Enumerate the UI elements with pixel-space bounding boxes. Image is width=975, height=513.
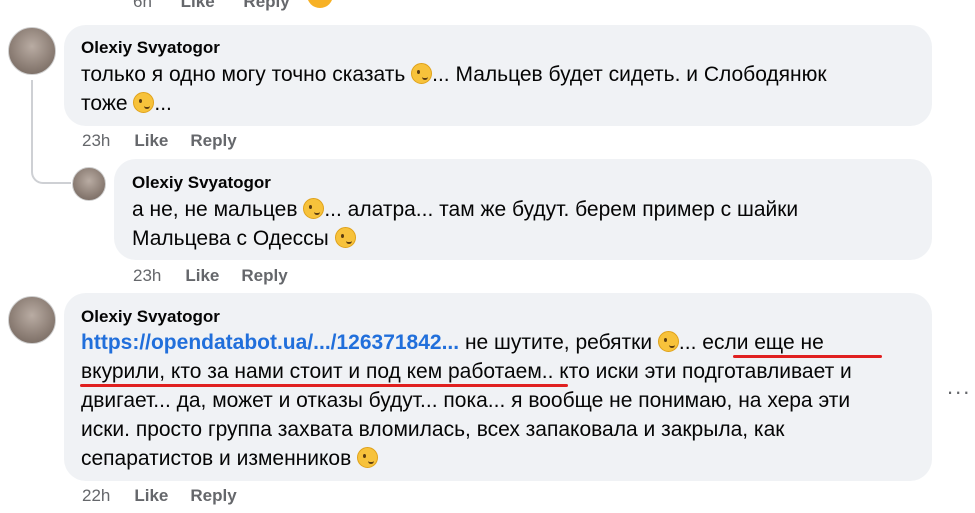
comment-time[interactable]: 23h [82,131,110,150]
like-button[interactable]: Like [185,266,219,285]
comment-link[interactable]: https://opendatabot.ua/.../126371842... [81,331,459,354]
winking-face-icon [411,63,433,84]
reply-button[interactable]: Reply [243,0,289,11]
comment-text-segment: только я одно могу точно сказать [81,63,412,86]
comment-time: 6h [133,0,152,11]
avatar[interactable] [8,296,56,344]
comment-text-segment: вкурили, кто за нами стоит и под кем раб… [81,360,852,383]
comment-line: тоже ... [81,89,827,118]
comment-line: https://opendatabot.ua/.../126371842... … [81,328,852,357]
comment-text: https://opendatabot.ua/.../126371842... … [81,328,852,473]
comment-line: двигает... да, может и отказы будут... п… [81,386,852,415]
winking-face-icon [303,198,325,219]
comment-line: Мальцева с Одессы [132,224,798,253]
reply-button[interactable]: Reply [190,486,236,505]
highlight-underline [80,384,568,387]
more-options-icon[interactable]: ... [947,374,971,400]
comment-text-segment: ... [154,92,172,115]
comment-text-segment: не шутите, ребятки [459,331,658,354]
comment-text-segment: ... Мальцев будет сидеть. и Слободянюк [432,63,827,86]
comment-text-segment: иски. просто группа захвата вломилась, в… [81,418,785,441]
comment-actions: 22h Like Reply [82,486,259,506]
reply-button[interactable]: Reply [190,131,236,150]
comment-line: только я одно могу точно сказать ... Мал… [81,60,827,89]
comment-text-segment: ... если еще не [678,331,824,354]
comment-text: а не, не мальцев ... алатра... там же бу… [132,195,798,253]
comment-author[interactable]: Olexiy Svyatogor [81,38,220,58]
reply-button[interactable]: Reply [241,266,287,285]
comment-text-segment: двигает... да, может и отказы будут... п… [81,389,851,412]
comment-text-segment: а не, не мальцев [132,198,304,221]
winking-face-icon [357,447,379,468]
reaction-icon [307,0,333,8]
previous-comment-actions: 6h Like Reply [133,0,290,12]
highlight-underline [733,355,882,358]
comment-time[interactable]: 23h [133,266,161,285]
comment-author[interactable]: Olexiy Svyatogor [132,173,271,193]
comment-text-segment: тоже [81,92,134,115]
comment-author[interactable]: Olexiy Svyatogor [81,307,220,327]
comment-line: иски. просто группа захвата вломилась, в… [81,415,852,444]
comment-time[interactable]: 22h [82,486,110,505]
winking-face-icon [657,331,679,352]
winking-face-icon [133,92,155,113]
comment-text: только я одно могу точно сказать ... Мал… [81,60,827,118]
comment-text-segment: ... алатра... там же будут. берем пример… [324,198,799,221]
comment-line: а не, не мальцев ... алатра... там же бу… [132,195,798,224]
like-button[interactable]: Like [134,131,168,150]
avatar[interactable] [72,167,106,201]
comment-actions: 23h Like Reply [82,131,259,151]
winking-face-icon [334,227,356,248]
comment-line: сепаратистов и изменников [81,444,852,473]
comment-actions: 23h Like Reply [133,266,310,286]
like-button[interactable]: Like [134,486,168,505]
avatar[interactable] [8,27,56,75]
comment-text-segment: сепаратистов и изменников [81,447,358,470]
like-button[interactable]: Like [181,0,215,11]
comment-text-segment: Мальцева с Одессы [132,227,335,250]
comment-line: вкурили, кто за нами стоит и под кем раб… [81,357,852,386]
